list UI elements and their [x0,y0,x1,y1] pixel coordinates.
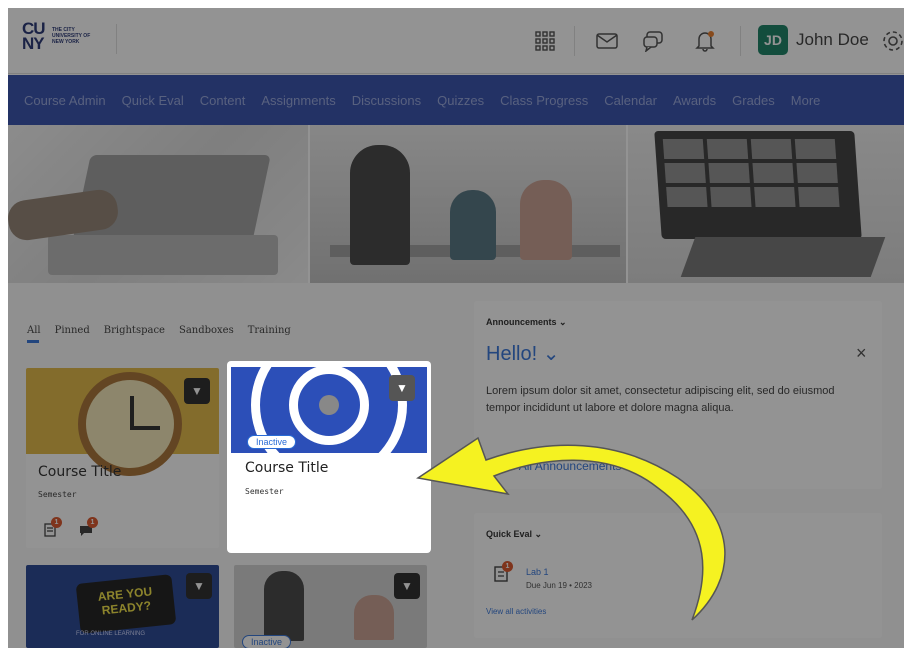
yellow-arrow-annotation [416,436,726,621]
app-frame: CU NY THE CITY UNIVERSITY OF NEW YORK JD… [8,8,904,648]
